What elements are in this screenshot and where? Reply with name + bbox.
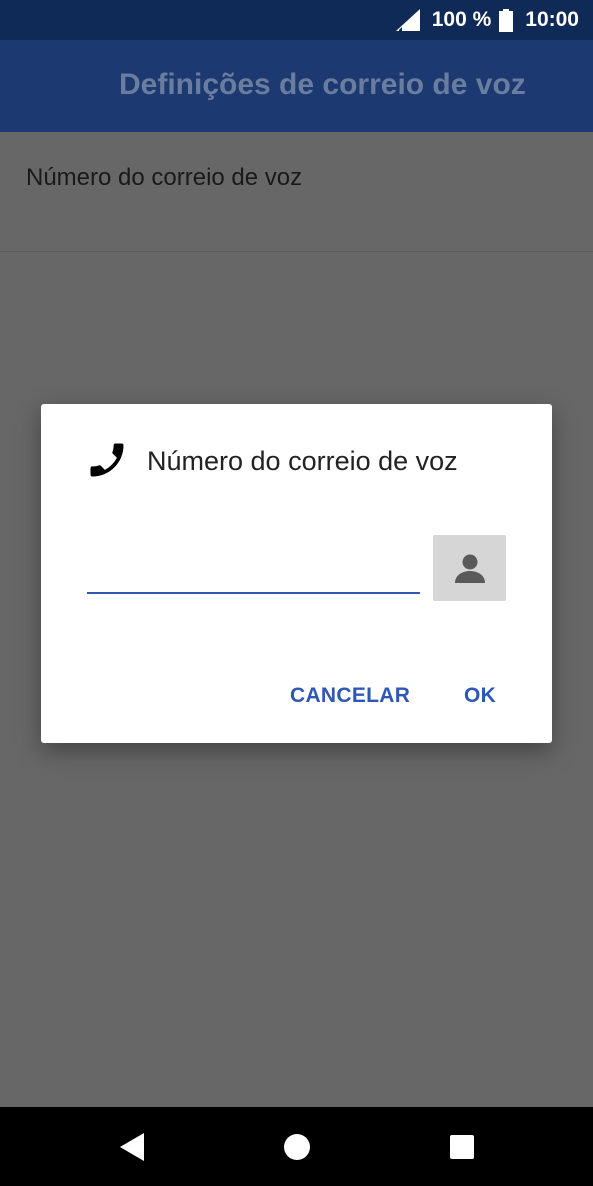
person-icon [454, 554, 485, 583]
home-icon[interactable] [281, 1131, 313, 1163]
clock: 10:00 [525, 8, 579, 31]
app-bar: Definições de correio de voz [0, 40, 593, 132]
list-item-voicemail-number[interactable]: Número do correio de voz [0, 132, 593, 252]
status-bar: 100 % 10:00 [0, 0, 593, 40]
recents-icon[interactable] [446, 1131, 478, 1163]
signal-icon [395, 9, 420, 31]
battery-icon [499, 8, 514, 32]
cancel-button[interactable]: CANCELAR [290, 684, 410, 708]
phone-icon [90, 443, 124, 477]
ok-button[interactable]: OK [464, 684, 496, 708]
page-title: Definições de correio de voz [119, 68, 526, 101]
battery-percent: 100 % [431, 8, 492, 31]
back-icon[interactable] [116, 1131, 148, 1163]
voicemail-number-dialog: Número do correio de voz CANCELAR OK [41, 404, 552, 743]
navigation-bar [0, 1107, 593, 1186]
contact-picker-button[interactable] [433, 535, 506, 601]
list-item-label: Número do correio de voz [26, 164, 303, 191]
dialog-title: Número do correio de voz [147, 446, 458, 476]
screen: 100 % 10:00 Definições de correio de voz… [0, 0, 593, 1186]
voicemail-number-input[interactable] [87, 554, 420, 594]
